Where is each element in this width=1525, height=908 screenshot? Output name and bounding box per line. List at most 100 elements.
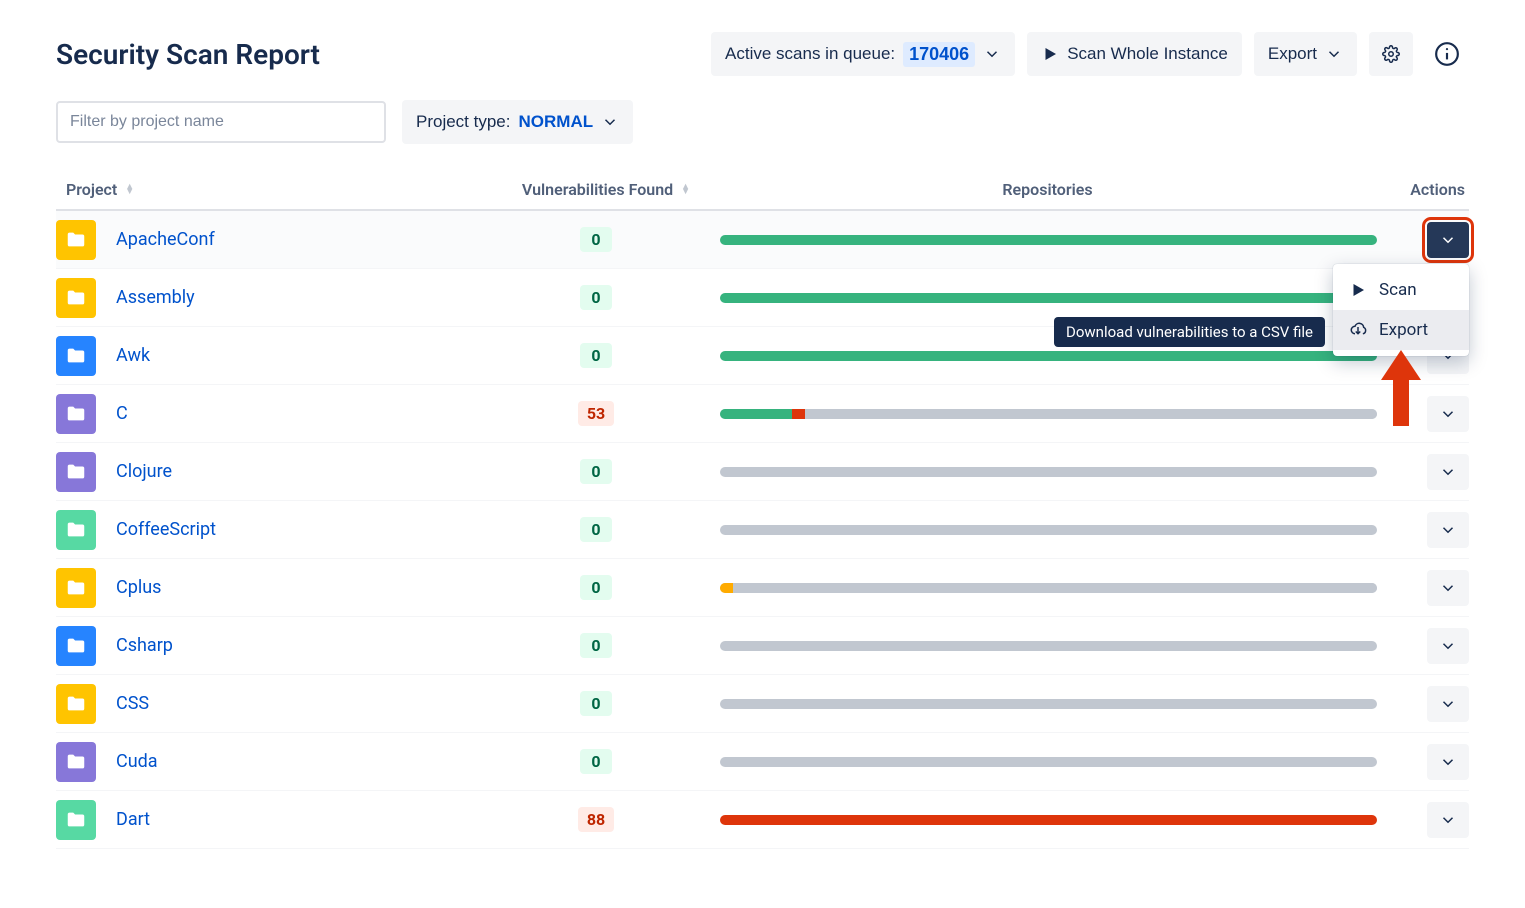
project-type-dropdown[interactable]: Project type: NORMAL	[402, 100, 633, 144]
vulnerability-count-badge: 0	[580, 343, 612, 368]
cloud-download-icon	[1349, 321, 1367, 339]
vulnerability-count-badge: 0	[580, 633, 612, 658]
chevron-down-icon	[1439, 521, 1457, 539]
project-link[interactable]: Awk	[116, 345, 150, 366]
project-link[interactable]: Cplus	[116, 577, 161, 598]
project-link[interactable]: Assembly	[116, 287, 195, 308]
folder-icon	[56, 394, 96, 434]
row-actions-button[interactable]	[1427, 686, 1469, 722]
project-link[interactable]: Cuda	[116, 751, 158, 772]
vulnerability-count-badge: 0	[580, 227, 612, 252]
table-row: ApacheConf 0	[56, 211, 1469, 269]
column-header-vulns[interactable]: Vulnerabilities Found ▲▼	[506, 180, 706, 199]
vulnerability-count-badge: 53	[578, 401, 614, 426]
row-actions-button[interactable]	[1427, 744, 1469, 780]
column-header-actions: Actions	[1389, 180, 1469, 199]
gear-icon	[1382, 45, 1400, 63]
column-header-actions-label: Actions	[1410, 180, 1465, 199]
export-label: Export	[1268, 44, 1317, 64]
vulnerability-count-badge: 0	[580, 285, 612, 310]
folder-icon	[56, 800, 96, 840]
repository-progress-bar	[720, 351, 1377, 361]
scan-report-table: Project ▲▼ Vulnerabilities Found ▲▼ Repo…	[56, 172, 1469, 849]
project-link[interactable]: CSS	[116, 693, 149, 714]
chevron-down-icon	[983, 45, 1001, 63]
export-dropdown[interactable]: Export	[1254, 32, 1357, 76]
project-type-value: NORMAL	[519, 112, 594, 132]
filter-project-name-input[interactable]	[56, 101, 386, 143]
scan-whole-instance-button[interactable]: Scan Whole Instance	[1027, 32, 1242, 76]
project-link[interactable]: Dart	[116, 809, 150, 830]
column-header-vulns-label: Vulnerabilities Found	[522, 180, 673, 199]
table-row: C 53	[56, 385, 1469, 443]
folder-icon	[56, 568, 96, 608]
project-link[interactable]: Clojure	[116, 461, 172, 482]
table-row: Clojure 0	[56, 443, 1469, 501]
repository-progress-bar	[720, 235, 1377, 245]
project-type-label: Project type:	[416, 112, 511, 132]
folder-icon	[56, 684, 96, 724]
play-icon	[1041, 45, 1059, 63]
folder-icon	[56, 336, 96, 376]
row-actions-button[interactable]	[1427, 454, 1469, 490]
sort-icon: ▲▼	[125, 185, 134, 195]
vulnerability-count-badge: 0	[580, 517, 612, 542]
row-actions-button[interactable]	[1427, 628, 1469, 664]
table-row: Dart 88	[56, 791, 1469, 849]
row-actions-button[interactable]	[1427, 512, 1469, 548]
chevron-down-icon	[1439, 753, 1457, 771]
row-action-export-label: Export	[1379, 320, 1428, 340]
row-action-scan-label: Scan	[1379, 280, 1417, 300]
project-link[interactable]: CoffeeScript	[116, 519, 216, 540]
page-title: Security Scan Report	[56, 38, 699, 71]
info-button[interactable]	[1425, 32, 1469, 76]
repository-progress-bar	[720, 641, 1377, 651]
chevron-down-icon	[1439, 811, 1457, 829]
table-row: Cuda 0	[56, 733, 1469, 791]
repository-progress-bar	[720, 699, 1377, 709]
chevron-down-icon	[1439, 405, 1457, 423]
repository-progress-bar	[720, 409, 1377, 419]
folder-icon	[56, 278, 96, 318]
row-actions-menu: Scan Export	[1333, 264, 1469, 356]
repository-progress-bar	[720, 815, 1377, 825]
folder-icon	[56, 626, 96, 666]
table-row: CSS0	[56, 675, 1469, 733]
folder-icon	[56, 510, 96, 550]
column-header-project[interactable]: Project ▲▼	[66, 180, 506, 199]
row-actions-button[interactable]	[1427, 396, 1469, 432]
row-actions-button[interactable]	[1427, 802, 1469, 838]
info-icon	[1434, 41, 1460, 67]
chevron-down-icon	[1439, 637, 1457, 655]
chevron-down-icon	[601, 113, 619, 131]
active-scans-count: 170406	[903, 42, 975, 67]
vulnerability-count-badge: 88	[578, 807, 614, 832]
vulnerability-count-badge: 0	[580, 459, 612, 484]
vulnerability-count-badge: 0	[580, 749, 612, 774]
repository-progress-bar	[720, 293, 1377, 303]
project-link[interactable]: C	[116, 403, 128, 424]
settings-button[interactable]	[1369, 32, 1413, 76]
chevron-down-icon	[1325, 45, 1343, 63]
table-row: Csharp 0	[56, 617, 1469, 675]
active-scans-queue-dropdown[interactable]: Active scans in queue: 170406	[711, 32, 1015, 76]
chevron-down-icon	[1439, 231, 1457, 249]
row-action-export[interactable]: Export	[1333, 310, 1469, 350]
repository-progress-bar	[720, 583, 1377, 593]
export-tooltip: Download vulnerabilities to a CSV file	[1054, 317, 1325, 347]
vulnerability-count-badge: 0	[580, 575, 612, 600]
row-actions-button[interactable]	[1427, 570, 1469, 606]
folder-icon	[56, 220, 96, 260]
chevron-down-icon	[1439, 463, 1457, 481]
row-actions-button[interactable]	[1427, 222, 1469, 258]
project-link[interactable]: Csharp	[116, 635, 173, 656]
repository-progress-bar	[720, 757, 1377, 767]
folder-icon	[56, 452, 96, 492]
active-scans-label: Active scans in queue:	[725, 44, 895, 64]
row-action-scan[interactable]: Scan	[1333, 270, 1469, 310]
table-row: Cplus 0	[56, 559, 1469, 617]
repository-progress-bar	[720, 467, 1377, 477]
column-header-repos-label: Repositories	[1002, 180, 1092, 199]
sort-icon: ▲▼	[681, 185, 690, 195]
project-link[interactable]: ApacheConf	[116, 229, 215, 250]
